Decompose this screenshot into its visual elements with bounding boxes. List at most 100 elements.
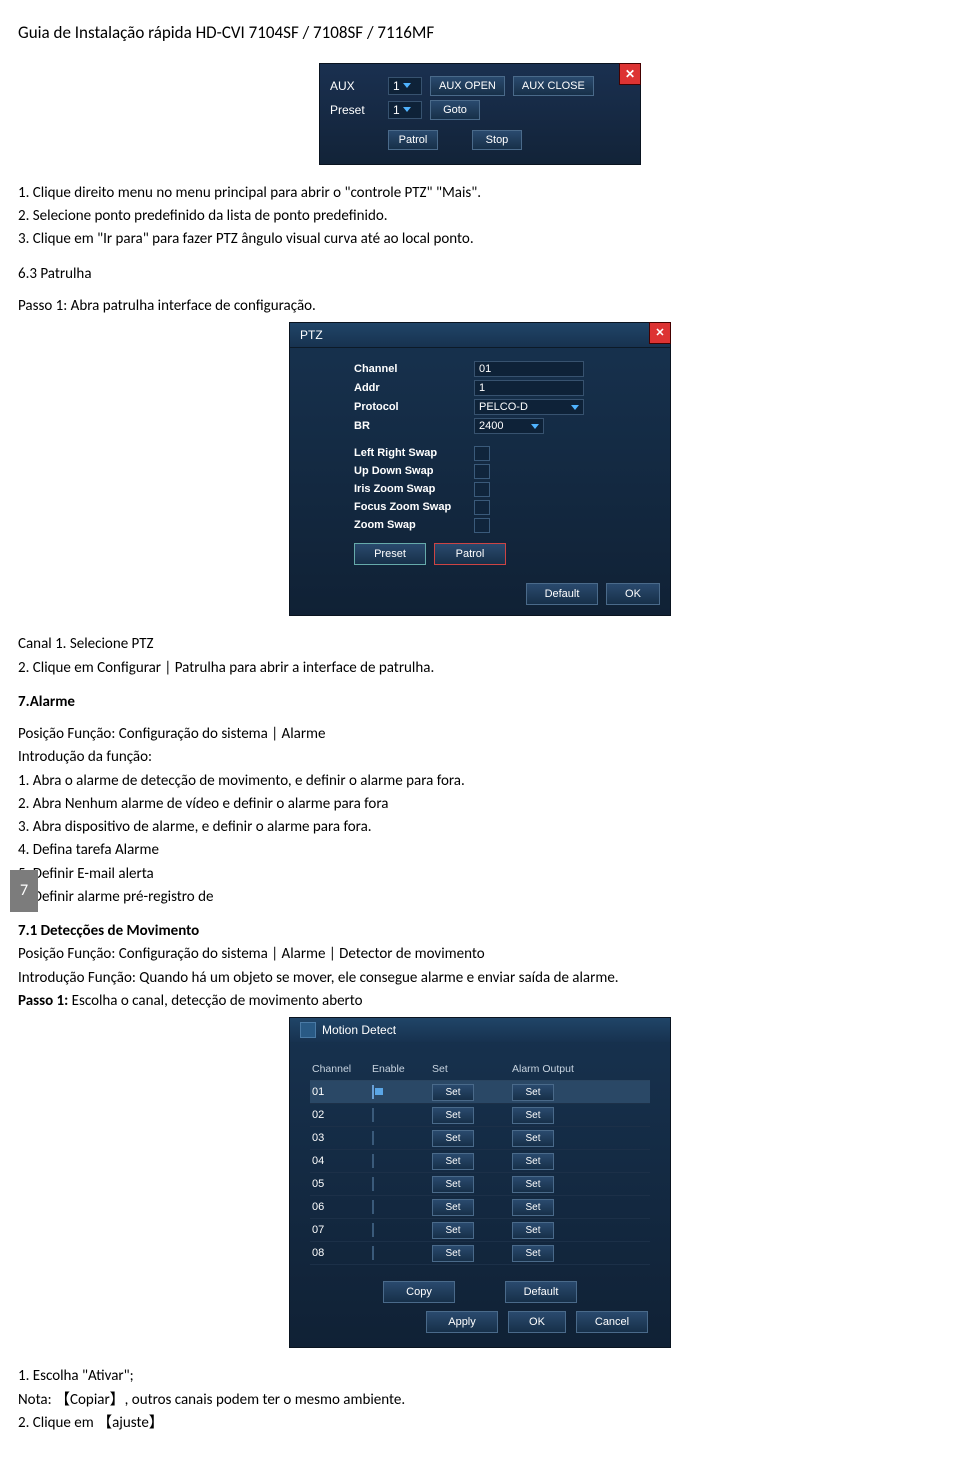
focus-swap-checkbox[interactable]: [474, 500, 490, 515]
cancel-button[interactable]: Cancel: [576, 1311, 648, 1333]
chevron-down-icon: [531, 424, 539, 429]
set-button[interactable]: Set: [432, 1245, 474, 1262]
enable-checkbox[interactable]: [372, 1131, 374, 1145]
body-text: 3. Abra dispositivo de alarme, e definir…: [18, 817, 942, 837]
alarm-set-button[interactable]: Set: [512, 1222, 554, 1239]
default-button[interactable]: Default: [526, 583, 598, 605]
close-icon[interactable]: ✕: [649, 322, 671, 344]
patrol-button[interactable]: Patrol: [434, 543, 506, 565]
close-icon[interactable]: ✕: [619, 63, 641, 85]
channel-cell: 04: [310, 1154, 370, 1169]
body-text: Canal 1. Selecione PTZ: [18, 634, 942, 654]
channel-cell: 08: [310, 1246, 370, 1261]
channel-cell: 03: [310, 1131, 370, 1146]
protocol-value: PELCO-D: [479, 400, 528, 415]
enable-checkbox[interactable]: [372, 1200, 374, 1214]
protocol-select[interactable]: PELCO-D: [474, 399, 584, 415]
set-button[interactable]: Set: [432, 1199, 474, 1216]
alarm-set-button[interactable]: Set: [512, 1153, 554, 1170]
patrol-button[interactable]: Patrol: [388, 130, 438, 150]
step-text: Escolha o canal, detecção de movimento a…: [68, 992, 362, 1010]
zoom-swap-checkbox[interactable]: [474, 518, 490, 533]
addr-input[interactable]: 1: [474, 380, 584, 396]
set-button[interactable]: Set: [432, 1130, 474, 1147]
ud-swap-checkbox[interactable]: [474, 464, 490, 479]
table-header: Channel Enable Set Alarm Output: [310, 1058, 650, 1081]
table-row[interactable]: 01 Set Set: [310, 1081, 650, 1104]
alarm-set-button[interactable]: Set: [512, 1130, 554, 1147]
table-row[interactable]: 06 Set Set: [310, 1196, 650, 1219]
body-text: 1. Escolha "Ativar";: [18, 1366, 942, 1386]
br-label: BR: [354, 419, 464, 434]
aux-close-button[interactable]: AUX CLOSE: [513, 76, 594, 96]
channel-cell: 06: [310, 1200, 370, 1215]
body-text: Posição Função: Configuração do sistema …: [18, 724, 942, 744]
body-text: 2. Clique em 【ajuste】: [18, 1413, 942, 1433]
table-row[interactable]: 02 Set Set: [310, 1104, 650, 1127]
addr-label: Addr: [354, 381, 464, 396]
aux-preset-panel: ✕ AUX 1 AUX OPEN AUX CLOSE Preset 1 Goto…: [319, 63, 641, 165]
section-heading: 6.3 Patrulha: [18, 264, 942, 284]
ok-button[interactable]: OK: [508, 1311, 566, 1333]
enable-checkbox[interactable]: [372, 1085, 374, 1099]
enable-checkbox[interactable]: [372, 1246, 374, 1260]
channel-cell: 05: [310, 1177, 370, 1192]
enable-checkbox[interactable]: [372, 1154, 374, 1168]
stop-button[interactable]: Stop: [472, 130, 522, 150]
set-button[interactable]: Set: [432, 1222, 474, 1239]
copy-button[interactable]: Copy: [383, 1281, 455, 1303]
table-row[interactable]: 05 Set Set: [310, 1173, 650, 1196]
iris-swap-checkbox[interactable]: [474, 482, 490, 497]
table-row[interactable]: 08 Set Set: [310, 1242, 650, 1265]
enable-checkbox[interactable]: [372, 1223, 374, 1237]
ok-button[interactable]: OK: [606, 583, 660, 605]
ud-swap-label: Up Down Swap: [354, 464, 464, 479]
br-value: 2400: [479, 419, 503, 434]
motion-icon: [300, 1022, 316, 1038]
lr-swap-label: Left Right Swap: [354, 446, 464, 461]
alarm-set-button[interactable]: Set: [512, 1176, 554, 1193]
channel-cell: 02: [310, 1108, 370, 1123]
alarm-set-button[interactable]: Set: [512, 1245, 554, 1262]
set-button[interactable]: Set: [432, 1176, 474, 1193]
channel-cell: 07: [310, 1223, 370, 1238]
body-text: Passo 1: Escolha o canal, detecção de mo…: [18, 991, 942, 1011]
preset-button[interactable]: Preset: [354, 543, 426, 565]
br-select[interactable]: 2400: [474, 418, 544, 434]
page-number-badge: 7: [10, 870, 38, 912]
table-row[interactable]: 04 Set Set: [310, 1150, 650, 1173]
apply-button[interactable]: Apply: [426, 1311, 498, 1333]
body-text: 4. Defina tarefa Alarme: [18, 840, 942, 860]
ptz-config-panel: ✕ PTZ Channel01 Addr1 ProtocolPELCO-D BR…: [289, 322, 671, 616]
preset-label: Preset: [330, 102, 380, 118]
enable-checkbox[interactable]: [372, 1177, 374, 1191]
body-text: 6. Definir alarme pré-registro de: [18, 887, 942, 907]
preset-value-select[interactable]: 1: [388, 101, 422, 119]
section-heading: 7.1 Detecções de Movimento: [18, 921, 942, 941]
protocol-label: Protocol: [354, 400, 464, 415]
aux-value-select[interactable]: 1: [388, 77, 422, 95]
zoom-swap-label: Zoom Swap: [354, 518, 464, 533]
set-button[interactable]: Set: [432, 1107, 474, 1124]
default-button[interactable]: Default: [505, 1281, 577, 1303]
set-button[interactable]: Set: [432, 1084, 474, 1101]
motion-detect-panel: Motion Detect Channel Enable Set Alarm O…: [289, 1017, 671, 1348]
body-text: Introdução Função: Quando há um objeto s…: [18, 968, 942, 988]
table-row[interactable]: 07 Set Set: [310, 1219, 650, 1242]
enable-checkbox[interactable]: [372, 1108, 374, 1122]
preset-value: 1: [393, 102, 400, 118]
step-text: 3. Clique em "Ir para" para fazer PTZ ân…: [18, 229, 942, 249]
col-channel: Channel: [310, 1062, 370, 1076]
channel-input[interactable]: 01: [474, 361, 584, 377]
set-button[interactable]: Set: [432, 1153, 474, 1170]
alarm-set-button[interactable]: Set: [512, 1199, 554, 1216]
alarm-set-button[interactable]: Set: [512, 1107, 554, 1124]
step-label: Passo 1:: [18, 992, 68, 1010]
lr-swap-checkbox[interactable]: [474, 446, 490, 461]
goto-button[interactable]: Goto: [430, 100, 480, 120]
aux-open-button[interactable]: AUX OPEN: [430, 76, 505, 96]
table-row[interactable]: 03 Set Set: [310, 1127, 650, 1150]
aux-value: 1: [393, 78, 400, 94]
channel-cell: 01: [310, 1085, 370, 1100]
alarm-set-button[interactable]: Set: [512, 1084, 554, 1101]
